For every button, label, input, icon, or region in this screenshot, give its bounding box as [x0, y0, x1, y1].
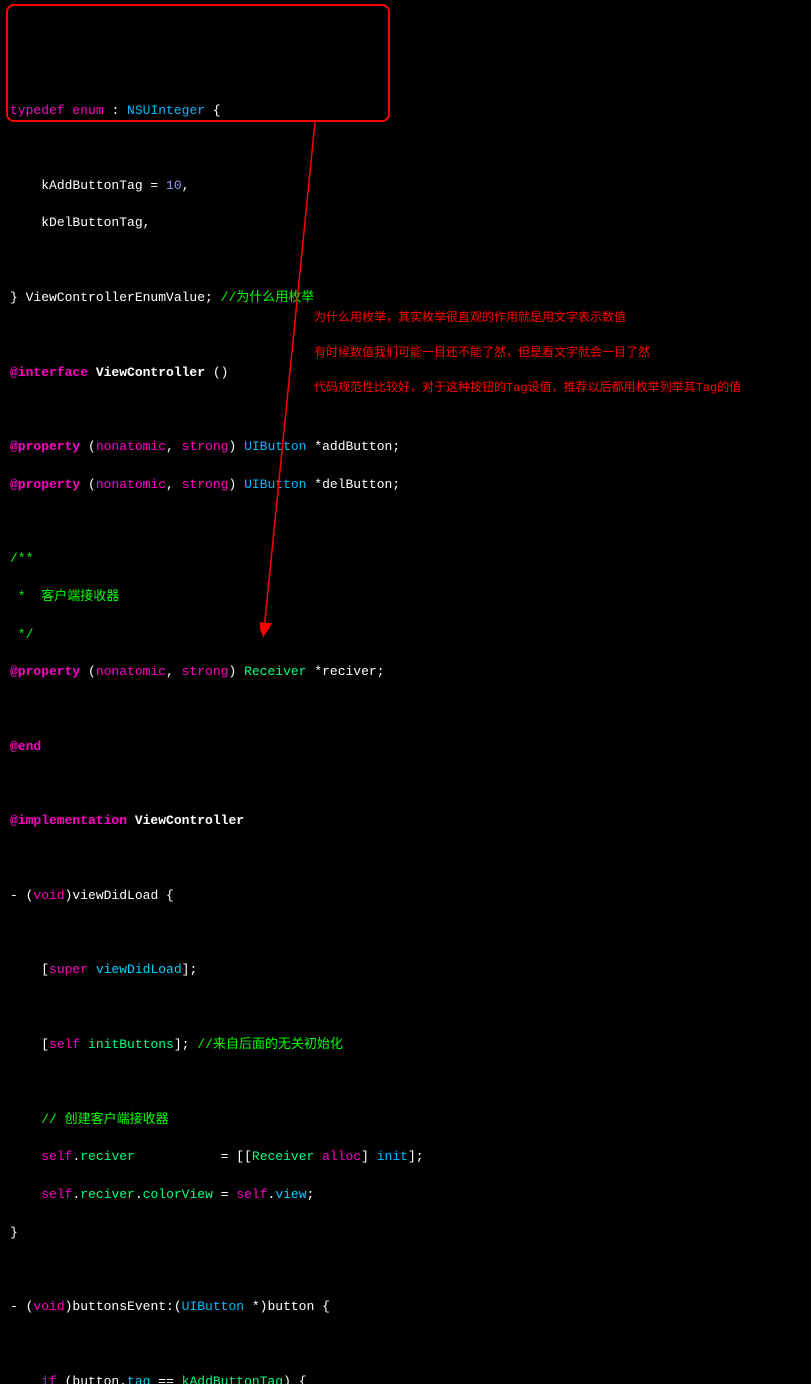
code-line: @end	[10, 738, 801, 757]
code-line: if (button.tag == kAddButtonTag) {	[10, 1373, 801, 1384]
code-line: [super viewDidLoad];	[10, 961, 801, 980]
annotation-text: 代码规范性比较好，对于这种按钮的Tag设值，推荐以后都用枚举列举其Tag的值	[314, 380, 804, 397]
code-line	[10, 925, 801, 943]
code-line: typedef enum : NSUInteger {	[10, 102, 801, 121]
code-line: - (void)buttonsEvent:(UIButton *)button …	[10, 1298, 801, 1317]
code-line: @property (nonatomic, strong) UIButton *…	[10, 438, 801, 457]
code-line	[10, 1261, 801, 1279]
code-line	[10, 776, 801, 794]
code-line	[10, 850, 801, 868]
annotation-text: 为什么用枚举，其实枚举很直观的作用就是用文字表示数值	[314, 310, 804, 327]
code-line: @implementation ViewController	[10, 812, 801, 831]
code-line: @property (nonatomic, strong) Receiver *…	[10, 663, 801, 682]
code-line: [self initButtons]; //来自后面的无关初始化	[10, 1036, 801, 1055]
code-line: kAddButtonTag = 10,	[10, 177, 801, 196]
code-line: self.reciver.colorView = self.view;	[10, 1186, 801, 1205]
code-editor[interactable]: typedef enum : NSUInteger { kAddButtonTa…	[10, 83, 801, 1384]
code-line	[10, 140, 801, 158]
code-line	[10, 513, 801, 531]
annotation-panel: 为什么用枚举，其实枚举很直观的作用就是用文字表示数值 有时候数值我们可能一目还不…	[314, 310, 804, 414]
code-line: } ViewControllerEnumValue; //为什么用枚举	[10, 289, 801, 308]
code-line: * 客户端接收器	[10, 588, 801, 607]
code-line: kDelButtonTag,	[10, 214, 801, 233]
code-line: */	[10, 626, 801, 645]
code-line	[10, 701, 801, 719]
code-line: /**	[10, 550, 801, 569]
code-line: @property (nonatomic, strong) UIButton *…	[10, 476, 801, 495]
code-line: - (void)viewDidLoad {	[10, 887, 801, 906]
code-line: self.reciver = [[Receiver alloc] init];	[10, 1148, 801, 1167]
code-line	[10, 999, 801, 1017]
code-line	[10, 1074, 801, 1092]
code-line: }	[10, 1224, 801, 1243]
code-line	[10, 252, 801, 270]
code-line: // 创建客户端接收器	[10, 1111, 801, 1130]
code-line	[10, 1336, 801, 1354]
annotation-text: 有时候数值我们可能一目还不能了然，但是看文字就会一目了然	[314, 345, 804, 362]
